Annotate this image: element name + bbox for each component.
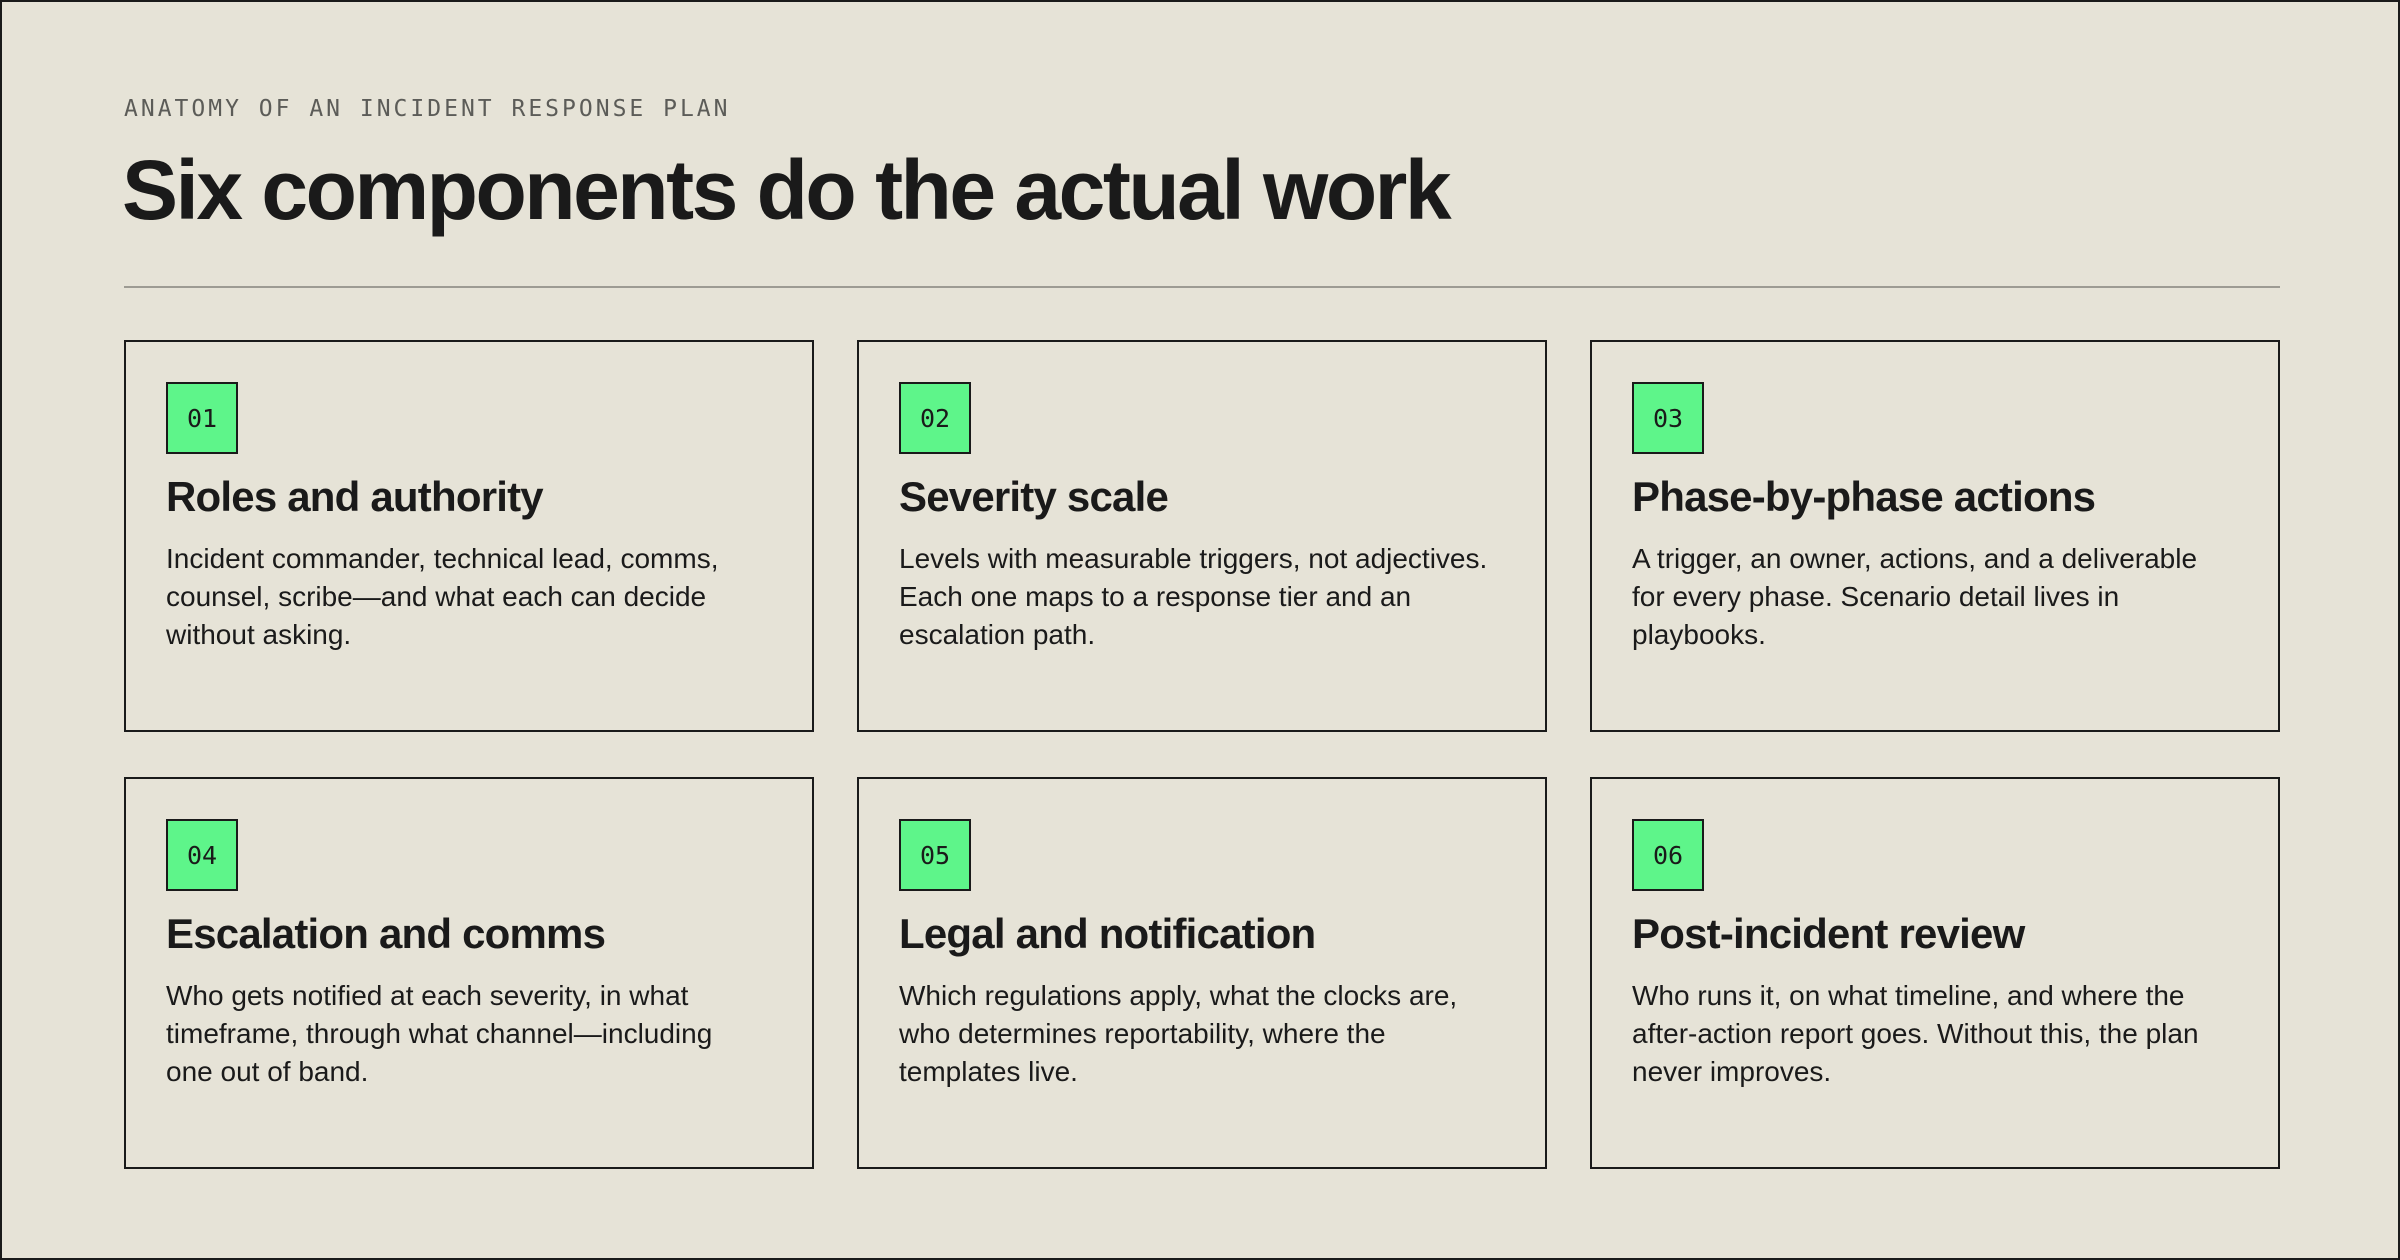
component-number-badge: 02 bbox=[899, 382, 971, 454]
component-card: 06 Post-incident review Who runs it, on … bbox=[1590, 777, 2280, 1169]
slide: ANATOMY OF AN INCIDENT RESPONSE PLAN Six… bbox=[0, 0, 2400, 1260]
component-description: Incident commander, technical lead, comm… bbox=[166, 543, 719, 651]
component-title: Post-incident review bbox=[1632, 910, 2025, 957]
component-number-badge: 01 bbox=[166, 382, 238, 454]
component-card: 03 Phase-by-phase actions A trigger, an … bbox=[1590, 340, 2280, 732]
eyebrow-label: ANATOMY OF AN INCIDENT RESPONSE PLAN bbox=[124, 96, 731, 122]
component-card: 05 Legal and notification Which regulati… bbox=[857, 777, 1547, 1169]
component-number-badge: 04 bbox=[166, 819, 238, 891]
component-number-badge: 05 bbox=[899, 819, 971, 891]
component-number-badge: 03 bbox=[1632, 382, 1704, 454]
component-title: Escalation and comms bbox=[166, 910, 606, 957]
component-description: Who runs it, on what timeline, and where… bbox=[1632, 980, 2199, 1088]
component-description: Which regulations apply, what the clocks… bbox=[899, 980, 1458, 1088]
components-grid: 01 Roles and authority Incident commande… bbox=[124, 340, 2280, 1169]
component-description: Levels with measurable triggers, not adj… bbox=[899, 543, 1488, 651]
component-description: Who gets notified at each severity, in w… bbox=[166, 980, 713, 1088]
component-number-badge: 06 bbox=[1632, 819, 1704, 891]
component-title: Severity scale bbox=[899, 473, 1169, 520]
page-title: Six components do the actual work bbox=[122, 143, 1452, 237]
component-title: Phase-by-phase actions bbox=[1632, 473, 2096, 520]
component-card: 01 Roles and authority Incident commande… bbox=[124, 340, 814, 732]
component-card: 02 Severity scale Levels with measurable… bbox=[857, 340, 1547, 732]
divider bbox=[124, 286, 2280, 288]
component-description: A trigger, an owner, actions, and a deli… bbox=[1632, 543, 2198, 651]
component-card: 04 Escalation and comms Who gets notifie… bbox=[124, 777, 814, 1169]
component-title: Roles and authority bbox=[166, 473, 544, 520]
component-title: Legal and notification bbox=[899, 910, 1316, 957]
